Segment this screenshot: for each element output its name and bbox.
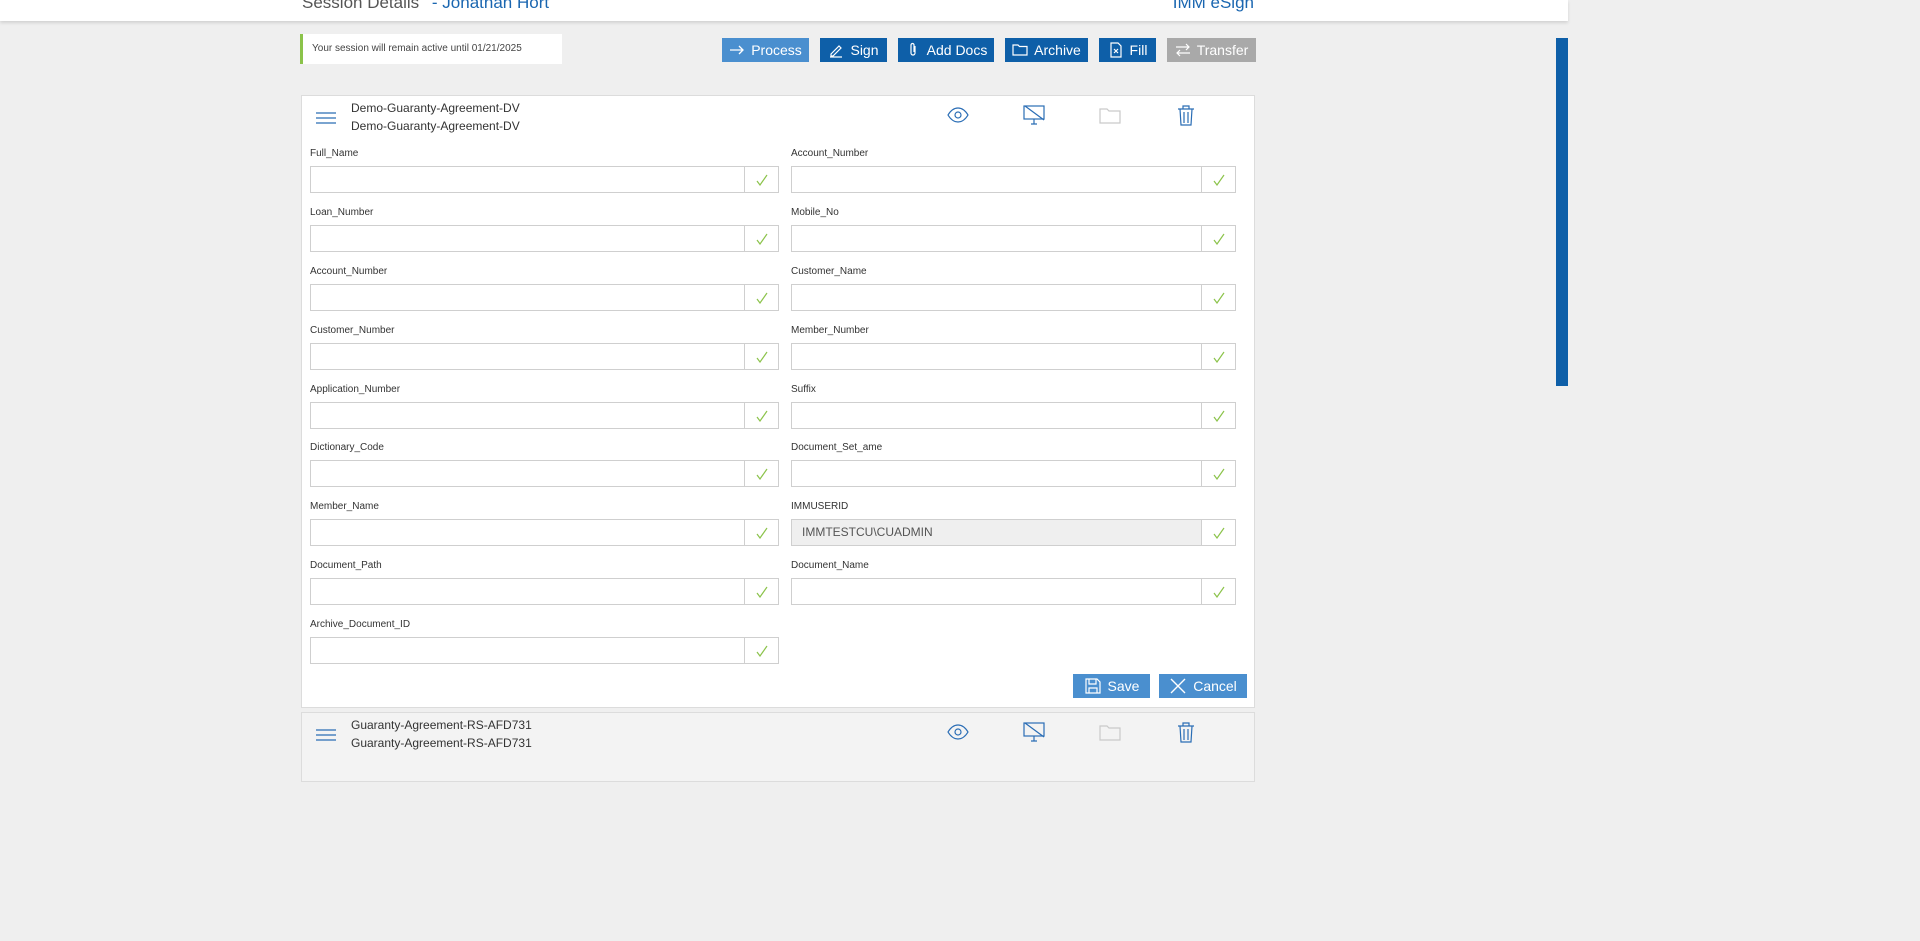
session-user-name: - Jonathan Hort	[431, 0, 550, 12]
field-label: Suffix	[791, 384, 816, 395]
save-label: Save	[1107, 678, 1140, 694]
folder-icon	[1012, 44, 1028, 56]
document-name-field[interactable]	[791, 578, 1236, 605]
check-icon[interactable]	[1201, 520, 1235, 545]
field-label: IMMUSERID	[791, 501, 849, 512]
field-label: Dictionary_Code	[310, 442, 384, 453]
field-label: Member_Number	[791, 325, 869, 336]
field-label: Customer_Name	[791, 266, 867, 277]
account-number-field[interactable]	[310, 284, 779, 311]
check-icon[interactable]	[1201, 403, 1235, 428]
top-header: Session Details - Jonathan Hort IMM eSig…	[0, 0, 1568, 21]
hamburger-menu-icon[interactable]	[315, 110, 337, 126]
account-number-field[interactable]	[791, 166, 1236, 193]
transfer-button[interactable]: Transfer	[1167, 38, 1256, 62]
check-icon[interactable]	[1201, 461, 1235, 486]
trash-icon[interactable]	[1175, 721, 1197, 743]
document-set-name-field[interactable]	[791, 460, 1236, 487]
transfer-label: Transfer	[1196, 42, 1249, 58]
field-value: IMMTESTCU\CUADMIN	[802, 525, 933, 539]
cancel-button[interactable]: Cancel	[1159, 674, 1247, 698]
brand-logo: IMM eSign	[1172, 0, 1254, 12]
document-card: Guaranty-Agreement-RS-AFD731 Guaranty-Ag…	[301, 712, 1255, 782]
customer-name-field[interactable]	[791, 284, 1236, 311]
document-subtitle: Demo-Guaranty-Agreement-DV	[351, 119, 520, 133]
eye-icon[interactable]	[947, 721, 969, 743]
field-label: Document_Path	[310, 560, 382, 571]
check-icon[interactable]	[1201, 226, 1235, 251]
field-label: Document_Name	[791, 560, 869, 571]
page-title: Session Details - Jonathan Hort	[302, 0, 549, 13]
check-icon[interactable]	[744, 344, 778, 369]
check-icon[interactable]	[744, 461, 778, 486]
check-icon[interactable]	[744, 579, 778, 604]
field-label: Application_Number	[310, 384, 401, 395]
archive-label: Archive	[1034, 42, 1081, 58]
title-text: Session Details	[302, 0, 420, 12]
fill-form-icon	[1109, 42, 1122, 58]
field-label: Member_Name	[310, 501, 379, 512]
fill-label: Fill	[1129, 42, 1148, 58]
process-label: Process	[751, 42, 802, 58]
check-icon[interactable]	[1201, 344, 1235, 369]
check-icon[interactable]	[744, 403, 778, 428]
document-card: Demo-Guaranty-Agreement-DV Demo-Guaranty…	[301, 95, 1255, 708]
cancel-label: Cancel	[1193, 678, 1237, 694]
document-title: Demo-Guaranty-Agreement-DV	[351, 101, 520, 115]
field-label: Customer_Number	[310, 325, 395, 336]
add-docs-label: Add Docs	[926, 42, 988, 58]
loan-number-field[interactable]	[310, 225, 779, 252]
field-label: Document_Set_ame	[791, 442, 883, 453]
monitor-off-icon[interactable]	[1023, 721, 1045, 743]
mobile-no-field[interactable]	[791, 225, 1236, 252]
sign-button[interactable]: Sign	[820, 38, 887, 62]
dictionary-code-field[interactable]	[310, 460, 779, 487]
arrow-right-icon	[730, 45, 745, 55]
field-label: Archive_Document_ID	[310, 619, 411, 630]
field-label: Loan_Number	[310, 207, 374, 218]
eye-icon[interactable]	[947, 104, 969, 126]
check-icon[interactable]	[744, 167, 778, 192]
session-expiry-note: Your session will remain active until 01…	[300, 34, 562, 64]
archive-button[interactable]: Archive	[1005, 38, 1088, 62]
full-name-field[interactable]	[310, 166, 779, 193]
customer-number-field[interactable]	[310, 343, 779, 370]
application-number-field[interactable]	[310, 402, 779, 429]
fill-button[interactable]: Fill	[1099, 38, 1156, 62]
check-icon[interactable]	[744, 520, 778, 545]
process-button[interactable]: Process	[722, 38, 809, 62]
check-icon[interactable]	[1201, 579, 1235, 604]
check-icon[interactable]	[744, 226, 778, 251]
member-number-field[interactable]	[791, 343, 1236, 370]
immuserid-field: IMMTESTCU\CUADMIN	[791, 519, 1236, 546]
sign-label: Sign	[850, 42, 879, 58]
check-icon[interactable]	[1201, 167, 1235, 192]
document-title: Guaranty-Agreement-RS-AFD731	[351, 718, 532, 732]
field-label: Account_Number	[791, 148, 869, 159]
member-name-field[interactable]	[310, 519, 779, 546]
close-icon	[1170, 678, 1186, 694]
hamburger-menu-icon[interactable]	[315, 727, 337, 743]
folder-icon	[1099, 725, 1121, 741]
paperclip-icon	[910, 42, 916, 56]
save-button[interactable]: Save	[1073, 674, 1150, 698]
transfer-arrows-icon	[1175, 43, 1190, 57]
field-label: Full_Name	[310, 148, 359, 159]
archive-document-id-field[interactable]	[310, 637, 779, 664]
scrollbar[interactable]	[1556, 38, 1568, 386]
document-path-field[interactable]	[310, 578, 779, 605]
monitor-off-icon[interactable]	[1023, 104, 1045, 126]
folder-icon	[1099, 108, 1121, 124]
check-icon[interactable]	[1201, 285, 1235, 310]
document-subtitle: Guaranty-Agreement-RS-AFD731	[351, 736, 532, 750]
field-label: Mobile_No	[791, 207, 839, 218]
add-docs-button[interactable]: Add Docs	[898, 38, 994, 62]
trash-icon[interactable]	[1175, 104, 1197, 126]
field-label: Account_Number	[310, 266, 388, 277]
pen-icon	[830, 45, 843, 58]
floppy-disk-icon	[1084, 678, 1101, 694]
check-icon[interactable]	[744, 285, 778, 310]
check-icon[interactable]	[744, 638, 778, 663]
suffix-field[interactable]	[791, 402, 1236, 429]
